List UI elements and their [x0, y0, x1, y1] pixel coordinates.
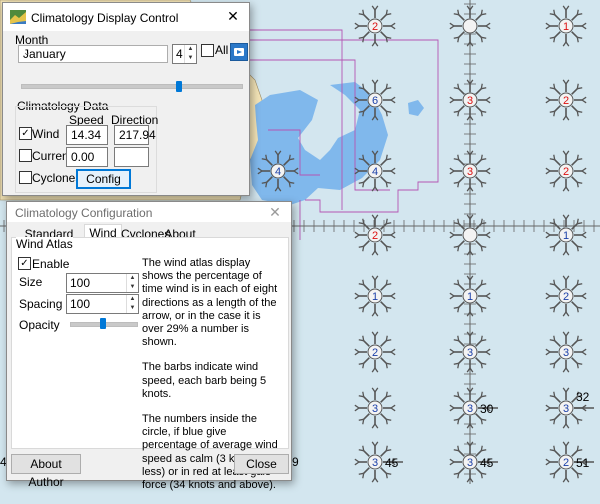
- stepper-arrows[interactable]: ▲ ▼: [126, 274, 138, 292]
- close-button[interactable]: Close: [234, 454, 289, 474]
- wind-direction-field[interactable]: 217.94: [114, 125, 156, 145]
- barb-value: 2: [372, 347, 378, 359]
- barb-extra-value: 45: [385, 456, 399, 470]
- barb-value: 3: [372, 403, 378, 415]
- barb-value: 3: [563, 347, 569, 359]
- month-select[interactable]: January ⌄: [18, 45, 168, 63]
- opacity-label: Opacity: [19, 318, 60, 332]
- description-paragraph: The wind atlas display shows the percent…: [142, 257, 278, 349]
- barb-extra-value: 51: [576, 456, 590, 470]
- current-speed-field[interactable]: 0.00: [66, 147, 108, 167]
- barb-value: 3: [467, 95, 473, 107]
- title-bar[interactable]: Climatology Display Control ✕: [3, 3, 249, 31]
- current-checkbox[interactable]: [19, 149, 32, 162]
- barb-value: 2: [563, 291, 569, 303]
- size-label: Size: [19, 275, 43, 289]
- cyclones-checkbox[interactable]: [19, 171, 32, 184]
- barb-extra-value: 45: [480, 456, 494, 470]
- window-title: Climatology Display Control: [31, 11, 179, 25]
- barb-value: 3: [467, 347, 473, 359]
- enable-checkbox[interactable]: ✓: [18, 257, 31, 270]
- refresh-icon: [234, 48, 244, 56]
- barb-value: 1: [563, 230, 569, 242]
- barb-value: 1: [372, 291, 378, 303]
- barb-value: 1: [467, 291, 473, 303]
- play-button[interactable]: [230, 43, 248, 61]
- description-paragraph: The numbers inside the circle, if blue g…: [142, 413, 278, 492]
- month-number-stepper[interactable]: 4 ▲ ▼: [172, 44, 197, 64]
- enable-label: Enable: [32, 257, 70, 271]
- barb-value: 2: [372, 230, 378, 242]
- barb-value: 2: [563, 166, 569, 178]
- barb-value: 4: [275, 166, 281, 178]
- wind-label: Wind: [32, 127, 60, 141]
- climatology-display-control-window: Climatology Display Control ✕ Month Janu…: [2, 2, 250, 196]
- opacity-slider-thumb[interactable]: [100, 318, 106, 329]
- wind-checkbox[interactable]: ✓: [19, 127, 32, 140]
- title-bar[interactable]: Climatology Configuration ✕: [7, 202, 291, 222]
- wind-atlas-label: Wind Atlas: [16, 237, 73, 251]
- edge-label-mid: 9: [292, 455, 299, 469]
- description-paragraph: The barbs indicate wind speed, each barb…: [142, 361, 267, 400]
- window-title: Climatology Configuration: [15, 206, 153, 220]
- wind-tab-panel: Wind Atlas ✓ Enable Size 100 ▲ ▼ Spacing …: [11, 237, 289, 491]
- stepper-arrows[interactable]: ▲ ▼: [184, 45, 196, 63]
- time-slider-thumb[interactable]: [176, 81, 183, 92]
- barb-value: 2: [563, 457, 569, 469]
- barb-value: 3: [467, 403, 473, 415]
- spacing-label: Spacing: [19, 297, 63, 311]
- stepper-arrows[interactable]: ▲ ▼: [126, 295, 138, 313]
- current-direction-field[interactable]: [114, 147, 149, 167]
- climatology-configuration-window: Climatology Configuration ✕ Standard Dis…: [6, 201, 292, 491]
- barb-value: 3: [467, 457, 473, 469]
- all-checkbox[interactable]: [201, 44, 214, 57]
- all-label: All: [215, 43, 229, 57]
- app-icon: [10, 10, 26, 24]
- spacing-stepper[interactable]: 100 ▲ ▼: [66, 294, 139, 314]
- close-icon[interactable]: ✕: [225, 8, 241, 24]
- barb-value: 4: [372, 166, 378, 178]
- barb-extra-value: 32: [576, 390, 590, 404]
- barb-value: 6: [372, 95, 378, 107]
- config-button[interactable]: Config: [76, 169, 131, 189]
- barb-value: 2: [372, 21, 378, 33]
- wind-speed-field[interactable]: 14.34: [66, 125, 108, 145]
- barb-value: 3: [467, 166, 473, 178]
- barb-value: 1: [563, 21, 569, 33]
- size-stepper[interactable]: 100 ▲ ▼: [66, 273, 139, 293]
- time-slider-track[interactable]: [21, 84, 243, 89]
- barb-value: 3: [563, 403, 569, 415]
- close-icon[interactable]: ✕: [267, 204, 283, 220]
- cyclones-label: Cyclones: [32, 171, 82, 185]
- about-author-button[interactable]: About Author: [11, 454, 81, 489]
- chevron-down-icon: ⌄: [23, 47, 31, 57]
- barb-extra-value: 30: [480, 402, 494, 416]
- barb-value: 2: [563, 95, 569, 107]
- barb-value: 3: [372, 457, 378, 469]
